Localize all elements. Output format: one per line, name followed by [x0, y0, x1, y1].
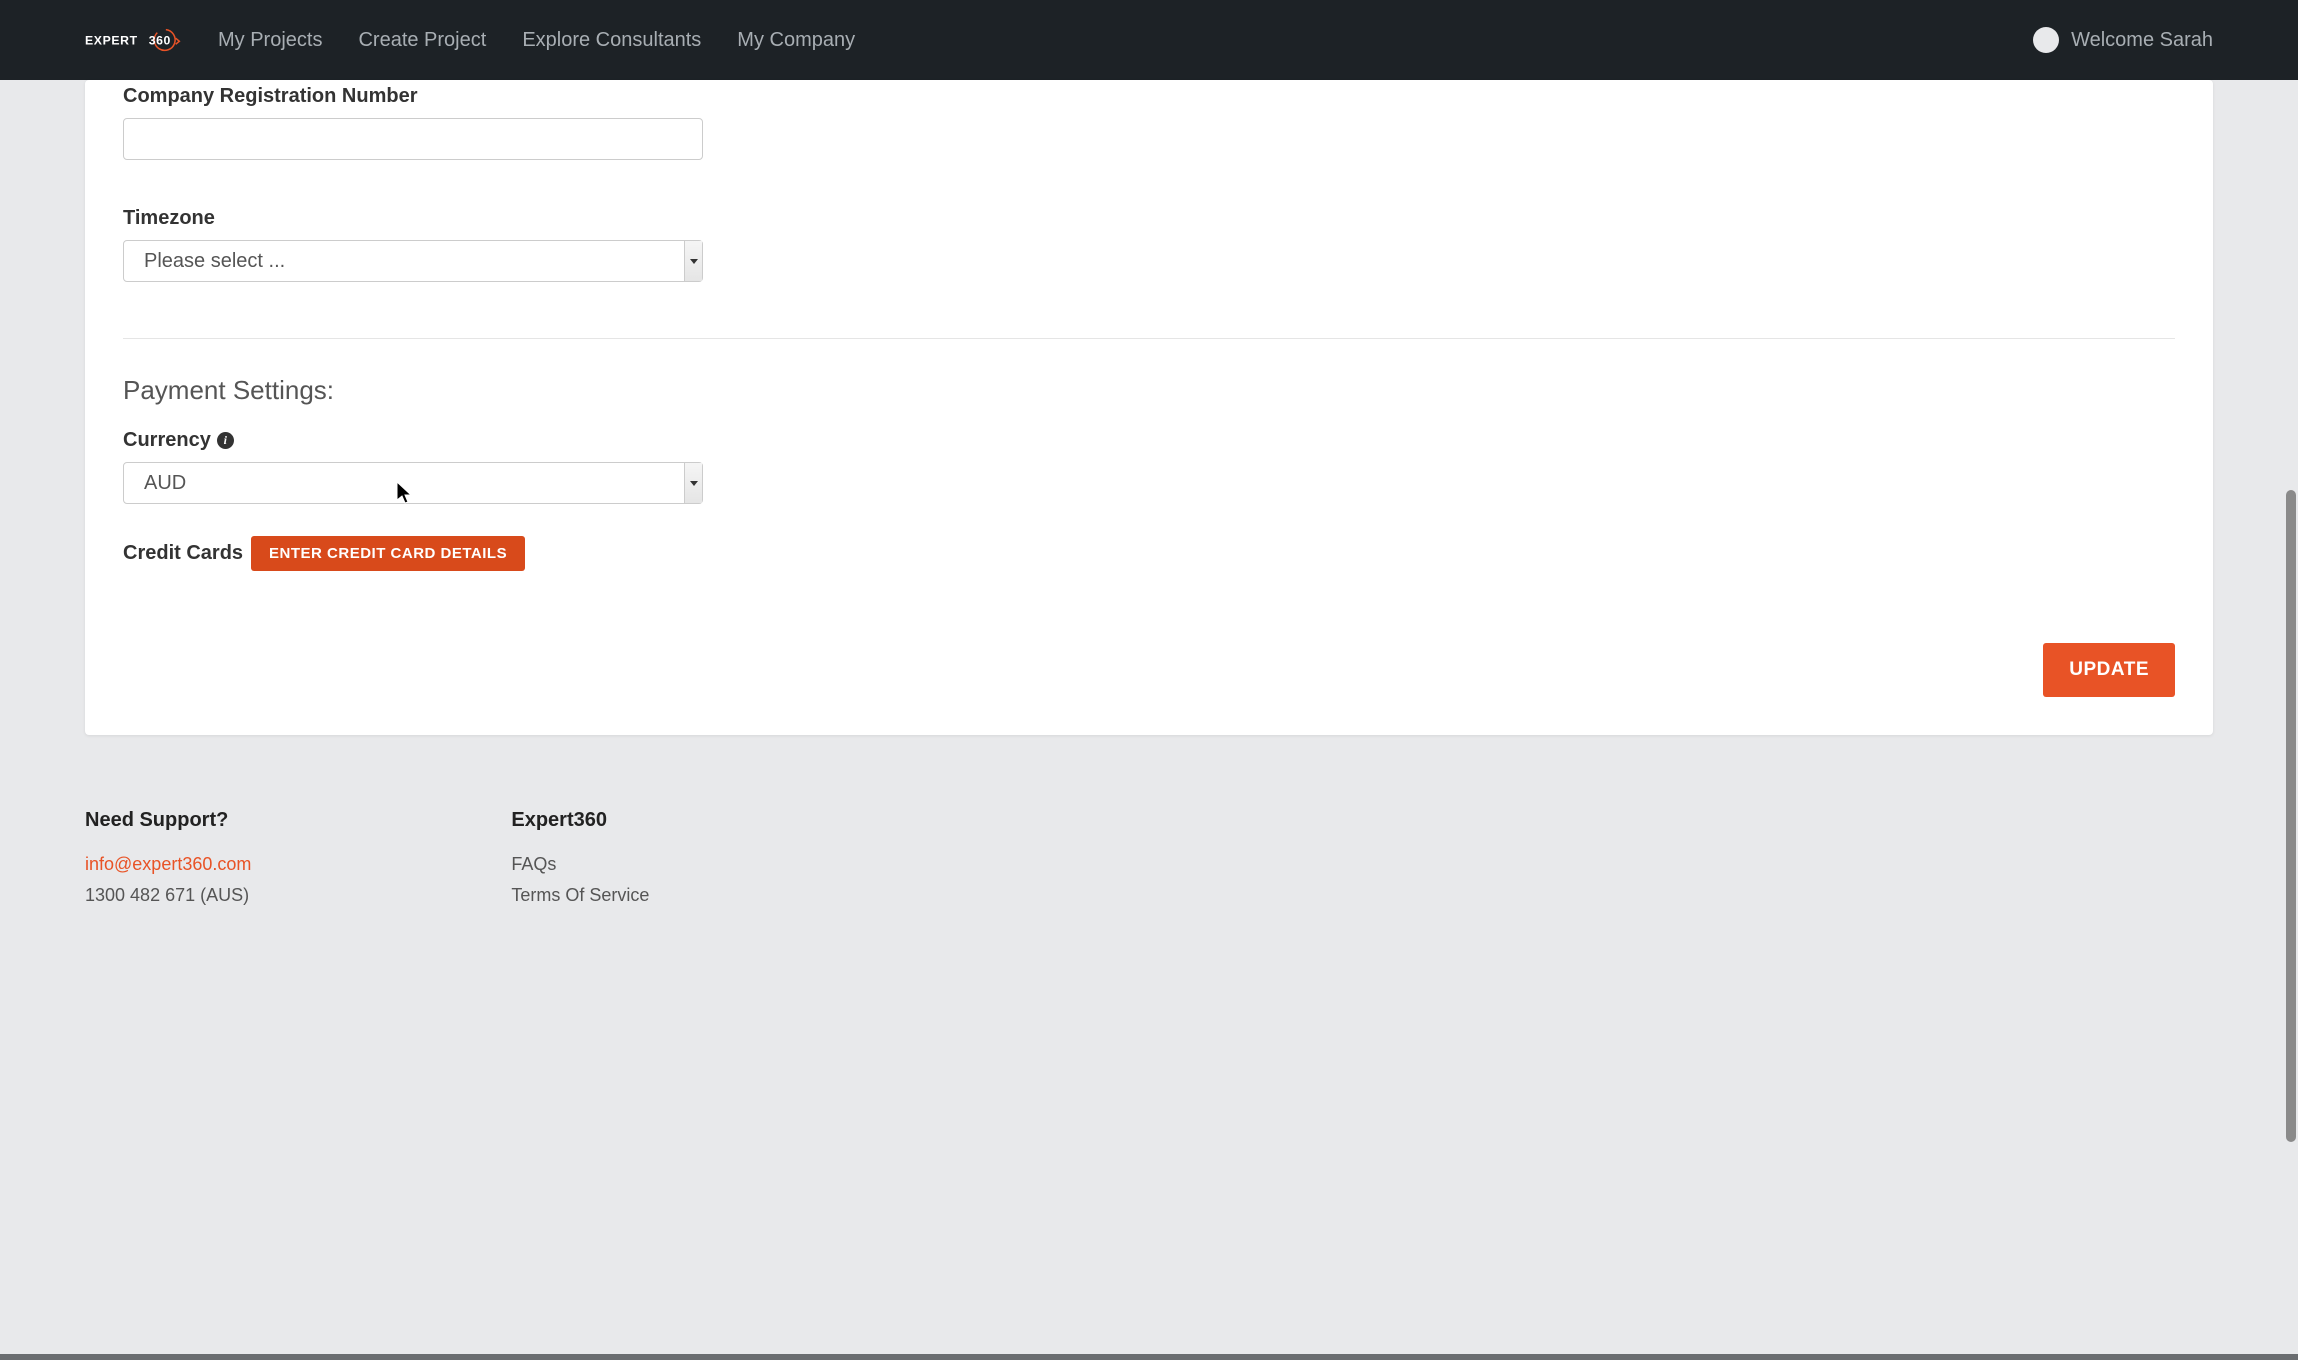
terms-link[interactable]: Terms Of Service: [511, 885, 649, 906]
avatar: [2033, 27, 2059, 53]
nav-create-project[interactable]: Create Project: [358, 29, 486, 52]
enter-credit-card-button[interactable]: ENTER CREDIT CARD DETAILS: [251, 536, 525, 571]
currency-value: AUD: [144, 472, 186, 495]
company-reg-input[interactable]: [123, 118, 703, 160]
update-row: UPDATE: [123, 643, 2175, 697]
support-heading: Need Support?: [85, 809, 251, 832]
footer-company: Expert360 FAQs Terms Of Service: [511, 809, 649, 916]
company-reg-group: Company Registration Number: [123, 80, 2175, 160]
bottom-bar: [0, 1354, 2298, 1360]
credit-cards-row: Credit Cards ENTER CREDIT CARD DETAILS: [123, 536, 2175, 571]
svg-text:EXPERT: EXPERT: [85, 33, 138, 47]
page-content: Company Registration Number Timezone Ple…: [0, 80, 2298, 735]
header: EXPERT 360 My Projects Create Project Ex…: [0, 0, 2298, 80]
timezone-group: Timezone Please select ...: [123, 202, 2175, 282]
timezone-label: Timezone: [123, 207, 2175, 230]
company-reg-label: Company Registration Number: [123, 85, 2175, 108]
currency-select[interactable]: AUD: [123, 462, 703, 504]
footer: Need Support? info@expert360.com 1300 48…: [0, 735, 2298, 936]
credit-cards-label: Credit Cards: [123, 542, 243, 565]
timezone-value: Please select ...: [144, 250, 285, 273]
chevron-down-icon: [684, 463, 702, 503]
currency-label: Currency: [123, 429, 211, 452]
support-email-link[interactable]: info@expert360.com: [85, 854, 251, 875]
svg-text:360: 360: [149, 33, 171, 47]
timezone-select[interactable]: Please select ...: [123, 240, 703, 282]
nav-my-company[interactable]: My Company: [737, 29, 855, 52]
nav-my-projects[interactable]: My Projects: [218, 29, 322, 52]
divider: [123, 338, 2175, 339]
update-button[interactable]: UPDATE: [2043, 643, 2175, 697]
company-heading: Expert360: [511, 809, 649, 832]
main-nav: My Projects Create Project Explore Consu…: [218, 29, 855, 52]
support-phone: 1300 482 671 (AUS): [85, 885, 251, 906]
logo-icon: EXPERT 360: [85, 22, 183, 58]
faqs-link[interactable]: FAQs: [511, 854, 649, 875]
header-user[interactable]: Welcome Sarah: [2033, 27, 2213, 53]
payment-settings-heading: Payment Settings:: [123, 375, 2175, 406]
chevron-down-icon: [684, 241, 702, 281]
footer-support: Need Support? info@expert360.com 1300 48…: [85, 809, 251, 916]
settings-card: Company Registration Number Timezone Ple…: [85, 80, 2213, 735]
scrollbar-thumb[interactable]: [2286, 490, 2296, 1143]
currency-group: Currency i AUD: [123, 424, 2175, 504]
nav-explore-consultants[interactable]: Explore Consultants: [522, 29, 701, 52]
logo[interactable]: EXPERT 360: [85, 22, 183, 58]
info-icon[interactable]: i: [217, 432, 234, 449]
scrollbar[interactable]: [2284, 0, 2298, 1360]
welcome-text: Welcome Sarah: [2071, 29, 2213, 52]
